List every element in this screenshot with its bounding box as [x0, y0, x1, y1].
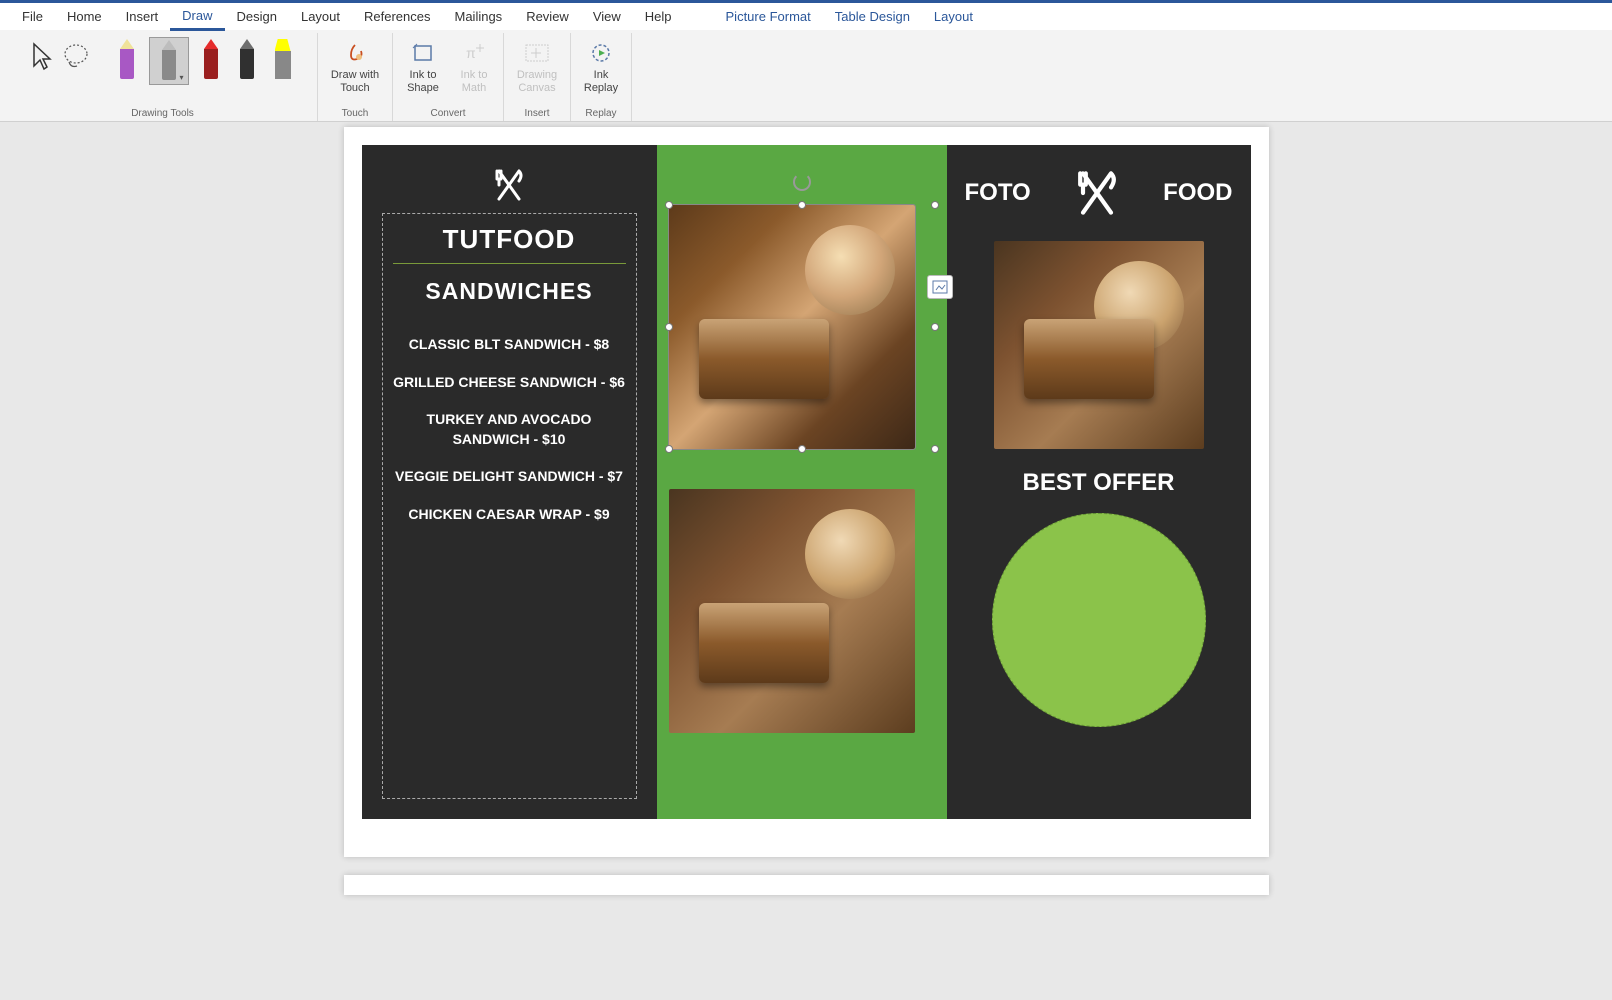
lasso-tool[interactable] [63, 37, 89, 77]
tab-picture-format[interactable]: Picture Format [714, 4, 823, 29]
selection-handle-bc[interactable] [798, 445, 806, 453]
menu-item: CHICKEN CAESAR WRAP - $9 [393, 505, 626, 525]
tab-insert[interactable]: Insert [114, 4, 171, 29]
group-label-convert: Convert [430, 106, 465, 121]
replay-icon [587, 39, 615, 67]
menu-item: VEGGIE DELIGHT SANDWICH - $7 [393, 467, 626, 487]
layout-options-icon [932, 280, 948, 294]
menu-title: TUTFOOD [393, 224, 626, 264]
selection-handle-bl[interactable] [665, 445, 673, 453]
menu-category: SANDWICHES [393, 278, 626, 305]
best-offer-label: BEST OFFER [1022, 469, 1174, 497]
food-image-1[interactable] [669, 205, 915, 449]
tab-help[interactable]: Help [633, 4, 684, 29]
tab-draw[interactable]: Draw [170, 3, 224, 31]
next-page[interactable] [344, 875, 1269, 895]
flyer: TUTFOOD SANDWICHES CLASSIC BLT SANDWICH … [362, 145, 1251, 819]
selection-handle-tl[interactable] [665, 201, 673, 209]
utensils-icon [1069, 165, 1125, 221]
ink-replay-button[interactable]: Ink Replay [579, 37, 623, 97]
canvas-icon [523, 39, 551, 67]
ink-math-icon: π [460, 39, 488, 67]
menu-item: CLASSIC BLT SANDWICH - $8 [393, 335, 626, 355]
food-image-2[interactable] [669, 489, 915, 733]
tab-table-design[interactable]: Table Design [823, 4, 922, 29]
offer-circle[interactable] [992, 513, 1206, 727]
pen-purple[interactable] [113, 37, 141, 85]
ribbon-tabs: File Home Insert Draw Design Layout Refe… [0, 0, 1612, 30]
tab-mailings[interactable]: Mailings [443, 4, 515, 29]
pen-red[interactable] [197, 37, 225, 85]
drawing-canvas-button: Drawing Canvas [512, 37, 562, 97]
flyer-middle-panel [657, 145, 947, 819]
draw-with-touch-button[interactable]: Draw with Touch [326, 37, 384, 97]
group-label-drawing-tools: Drawing Tools [131, 106, 194, 121]
group-label-replay: Replay [585, 106, 616, 121]
selection-handle-br[interactable] [931, 445, 939, 453]
ribbon-toolbar: ▾ Drawing Tools Draw with Touch Touch [0, 30, 1612, 122]
food-image-3[interactable] [994, 241, 1204, 449]
logo-text-right: FOOD [1163, 179, 1232, 207]
tab-table-layout[interactable]: Layout [922, 4, 985, 29]
flyer-right-panel: FOTO FOOD BEST OFFER [947, 145, 1251, 819]
document-area[interactable]: TUTFOOD SANDWICHES CLASSIC BLT SANDWICH … [0, 122, 1612, 1000]
selection-handle-tr[interactable] [931, 201, 939, 209]
ink-to-shape-button[interactable]: Ink to Shape [401, 37, 445, 97]
layout-options-button[interactable] [927, 275, 953, 299]
tab-references[interactable]: References [352, 4, 442, 29]
ink-to-math-button: π Ink to Math [453, 37, 495, 97]
selection-handle-ml[interactable] [665, 323, 673, 331]
rotate-handle[interactable] [793, 173, 811, 191]
group-label-insert: Insert [524, 106, 549, 121]
logo-text-left: FOTO [965, 179, 1031, 207]
page[interactable]: TUTFOOD SANDWICHES CLASSIC BLT SANDWICH … [344, 127, 1269, 857]
svg-text:π: π [466, 45, 476, 61]
pen-gray[interactable]: ▾ [149, 37, 189, 85]
selection-handle-mr[interactable] [931, 323, 939, 331]
menu-item: TURKEY AND AVOCADO SANDWICH - $10 [393, 410, 626, 449]
select-tool[interactable] [29, 37, 55, 77]
group-label-touch: Touch [342, 106, 369, 121]
selected-image-wrapper[interactable] [669, 205, 935, 449]
menu-box[interactable]: TUTFOOD SANDWICHES CLASSIC BLT SANDWICH … [382, 213, 637, 799]
menu-item: GRILLED CHEESE SANDWICH - $6 [393, 373, 626, 393]
touch-icon [341, 39, 369, 67]
ink-shape-icon [409, 39, 437, 67]
pen-black[interactable] [233, 37, 261, 85]
tab-layout[interactable]: Layout [289, 4, 352, 29]
flyer-left-panel: TUTFOOD SANDWICHES CLASSIC BLT SANDWICH … [362, 145, 657, 819]
tab-home[interactable]: Home [55, 4, 114, 29]
selection-handle-tc[interactable] [798, 201, 806, 209]
utensils-icon [489, 165, 529, 205]
tab-file[interactable]: File [10, 4, 55, 29]
highlighter-yellow[interactable] [269, 37, 297, 85]
tab-design[interactable]: Design [225, 4, 289, 29]
tab-view[interactable]: View [581, 4, 633, 29]
chevron-down-icon[interactable]: ▾ [179, 73, 183, 82]
tab-review[interactable]: Review [514, 4, 581, 29]
